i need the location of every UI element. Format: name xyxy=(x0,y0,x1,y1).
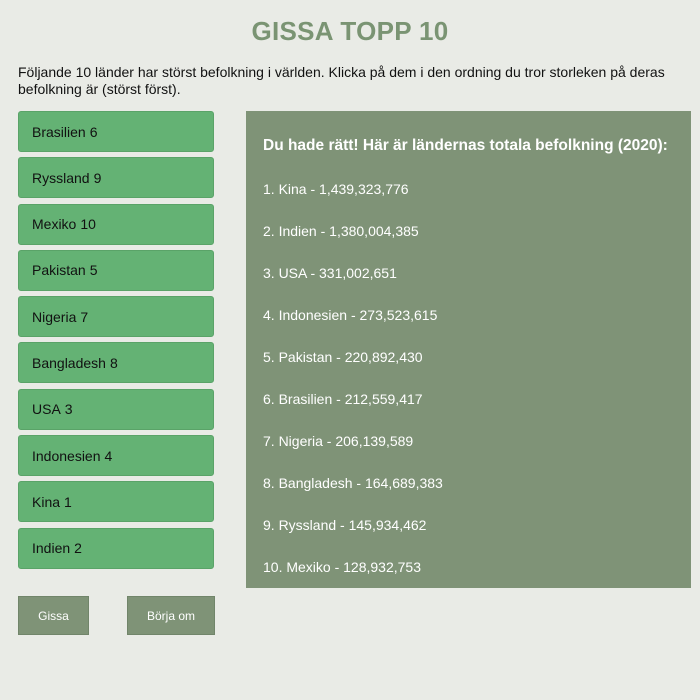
result-item: 4. Indonesien - 273,523,615 xyxy=(263,307,438,323)
country-list: Brasilien 6 Ryssland 9 Mexiko 10 Pakistan 5 … xyxy=(18,111,215,574)
country-rank: 10 xyxy=(80,216,96,233)
country-button-indien[interactable]: Indien 2 xyxy=(18,527,214,569)
result-item: 8. Bangladesh - 164,689,383 xyxy=(263,475,443,491)
country-button-usa[interactable]: USA 3 xyxy=(18,388,214,430)
country-rank: 6 xyxy=(89,123,98,140)
country-rank: 1 xyxy=(64,493,72,510)
country-button-mexiko[interactable]: Mexiko 10 xyxy=(18,203,214,245)
country-name: Indonesien xyxy=(32,447,101,464)
result-item: 5. Pakistan - 220,892,430 xyxy=(263,349,423,365)
result-item: 6. Brasilien - 212,559,417 xyxy=(263,391,423,407)
result-item: 1. Kina - 1,439,323,776 xyxy=(263,181,409,197)
country-name: Nigeria xyxy=(32,308,77,325)
result-list: 1. Kina - 1,439,323,776 2. Indien - 1,38… xyxy=(263,181,443,601)
result-heading: Du hade rätt! Här är ländernas totala be… xyxy=(263,137,668,154)
page-title: GISSA TOPP 10 xyxy=(251,16,449,46)
country-button-kina[interactable]: Kina 1 xyxy=(18,481,214,523)
page: GISSA TOPP 10 Följande 10 länder har stö… xyxy=(0,0,700,700)
result-item: 3. USA - 331,002,651 xyxy=(263,265,397,281)
country-button-brasilien[interactable]: Brasilien 6 xyxy=(18,111,214,152)
country-name: Bangladesh xyxy=(32,354,106,371)
result-panel: Du hade rätt! Här är ländernas totala be… xyxy=(246,111,691,588)
country-name: Kina xyxy=(32,493,61,510)
country-rank: 4 xyxy=(104,447,113,464)
country-name: Ryssland xyxy=(32,169,90,186)
country-name: USA xyxy=(32,401,61,418)
restart-button[interactable]: Börja om xyxy=(127,596,215,635)
country-rank: 7 xyxy=(80,308,89,325)
country-button-ryssland[interactable]: Ryssland 9 xyxy=(18,157,214,199)
guess-button[interactable]: Gissa xyxy=(18,596,89,635)
country-rank: 9 xyxy=(93,169,102,186)
intro-text: Följande 10 länder har störst befolkning… xyxy=(18,64,665,97)
country-rank: 5 xyxy=(89,262,98,279)
country-name: Pakistan xyxy=(32,262,86,279)
result-item: 2. Indien - 1,380,004,385 xyxy=(263,223,419,239)
country-button-pakistan[interactable]: Pakistan 5 xyxy=(18,249,214,291)
country-button-indonesien[interactable]: Indonesien 4 xyxy=(18,435,214,477)
country-button-bangladesh[interactable]: Bangladesh 8 xyxy=(18,342,214,384)
country-name: Brasilien xyxy=(32,123,86,140)
country-name: Indien xyxy=(32,540,71,557)
result-item: 10. Mexiko - 128,932,753 xyxy=(263,559,421,575)
country-rank: 2 xyxy=(74,540,82,557)
result-item: 9. Ryssland - 145,934,462 xyxy=(263,517,427,533)
country-name: Mexiko xyxy=(32,216,77,233)
country-button-nigeria[interactable]: Nigeria 7 xyxy=(18,296,214,338)
result-item: 7. Nigeria - 206,139,589 xyxy=(263,433,414,449)
country-rank: 8 xyxy=(109,354,118,371)
country-rank: 3 xyxy=(64,401,73,418)
